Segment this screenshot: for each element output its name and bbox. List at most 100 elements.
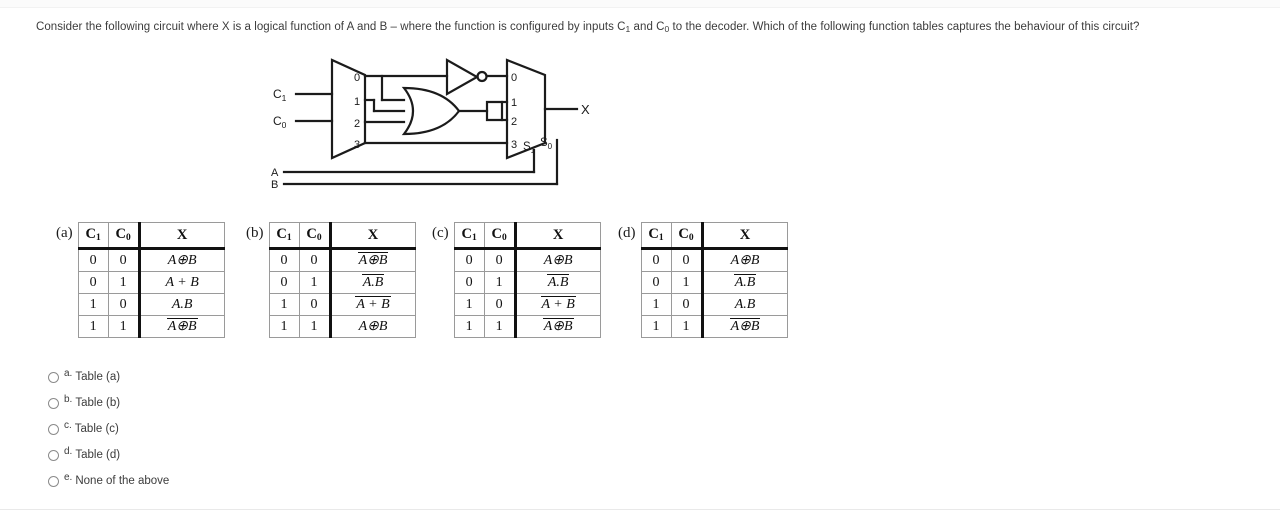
table-label-c: (c) <box>432 225 449 241</box>
table-row: 0 1 A + B <box>77 271 225 294</box>
cell-c1: 1 <box>640 293 672 316</box>
option-label-e[interactable]: None of the above <box>75 475 169 487</box>
cell-x: A⊕B <box>700 315 788 338</box>
table-row: 1 1 A⊕B <box>453 315 601 338</box>
cell-c0: 0 <box>483 248 516 272</box>
mux-in-2: 2 <box>511 116 517 128</box>
question-text-part1: Consider the following circuit where X i… <box>36 21 626 33</box>
cell-x: A.B <box>137 293 225 316</box>
mux-select-s0: S0 <box>540 137 553 151</box>
header-x: X <box>700 222 788 250</box>
cell-c0: 1 <box>107 271 140 294</box>
function-table-a: C1 C0 X 0 0 A⊕B 0 1 A + B 1 0 A.B 1 1 A⊕… <box>77 222 225 338</box>
circuit-label-c1: C1 <box>273 87 287 103</box>
table-group-d: (d) C1 C0 X 0 0 A⊕B 0 1 A.B 1 0 A.B 1 1 … <box>618 222 788 338</box>
cell-c0: 1 <box>107 315 140 338</box>
cell-x: A.B <box>700 293 788 316</box>
table-header-row: C1 C0 X <box>77 222 225 250</box>
option-a[interactable]: a. Table (a) <box>48 364 169 390</box>
cell-x: A⊕B <box>513 248 601 272</box>
table-label-a: (a) <box>56 225 73 241</box>
cell-x: A⊕B <box>513 315 601 338</box>
option-letter-e: e. <box>64 472 73 483</box>
table-label-d: (d) <box>618 225 636 241</box>
table-row: 0 0 A⊕B <box>77 248 225 272</box>
cell-c0: 1 <box>483 271 516 294</box>
table-row: 1 1 A⊕B <box>77 315 225 338</box>
mux-in-0: 0 <box>511 72 517 84</box>
function-table-c: C1 C0 X 0 0 A⊕B 0 1 A.B 1 0 A + B 1 1 A⊕… <box>453 222 601 338</box>
cell-x: A⊕B <box>137 315 225 338</box>
table-row: 1 0 A + B <box>453 293 601 316</box>
question-sub-c0: 0 <box>664 24 670 34</box>
decoder-out-2: 2 <box>354 118 360 130</box>
decoder-out-0: 0 <box>354 72 360 84</box>
question-text-part2: and C <box>630 21 665 33</box>
or-gate-body <box>401 86 461 136</box>
header-c0: C0 <box>483 222 516 250</box>
decoder-out-1: 1 <box>354 96 360 108</box>
table-row: 0 0 A⊕B <box>453 248 601 272</box>
option-label-d[interactable]: Table (d) <box>75 449 120 461</box>
circuit-diagram: C1 C0 A B X 0 1 2 3 0 1 2 3 S1 S0 <box>262 54 602 200</box>
cell-c0: 0 <box>107 293 140 316</box>
header-c1: C1 <box>77 222 109 250</box>
cell-c1: 1 <box>268 315 300 338</box>
cell-x: A.B <box>513 271 601 294</box>
cell-c1: 0 <box>77 271 109 294</box>
cell-c1: 0 <box>640 248 672 272</box>
table-row: 1 0 A + B <box>268 293 416 316</box>
function-table-d: C1 C0 X 0 0 A⊕B 0 1 A.B 1 0 A.B 1 1 A⊕B <box>640 222 788 338</box>
option-d[interactable]: d. Table (d) <box>48 442 169 468</box>
answer-options: a. Table (a) b. Table (b) c. Table (c) d… <box>48 364 169 494</box>
circuit-label-b: B <box>271 179 278 191</box>
circuit-label-x: X <box>581 102 590 117</box>
cell-c0: 1 <box>670 271 703 294</box>
header-c0: C0 <box>670 222 703 250</box>
cell-x: A⊕B <box>700 248 788 272</box>
header-c0: C0 <box>107 222 140 250</box>
question-prompt: Consider the following circuit where X i… <box>36 20 1266 35</box>
option-label-a[interactable]: Table (a) <box>75 371 120 383</box>
option-letter-b: b. <box>64 394 73 405</box>
radio-button-c[interactable] <box>48 423 59 435</box>
header-c1: C1 <box>640 222 672 250</box>
cell-c0: 1 <box>298 315 331 338</box>
option-b[interactable]: b. Table (b) <box>48 390 169 416</box>
option-label-b[interactable]: Table (b) <box>75 397 120 409</box>
table-row: 1 0 A.B <box>640 293 788 316</box>
function-tables: (a) C1 C0 X 0 0 A⊕B 0 1 A + B 1 0 A.B 1 … <box>0 222 1280 352</box>
table-header-row: C1 C0 X <box>453 222 601 250</box>
radio-button-d[interactable] <box>48 449 59 461</box>
table-group-c: (c) C1 C0 X 0 0 A⊕B 0 1 A.B 1 0 A + B 1 … <box>432 222 601 338</box>
cell-c1: 0 <box>640 271 672 294</box>
option-letter-c: c. <box>64 420 72 431</box>
page-bottom-divider <box>0 509 1280 510</box>
table-row: 0 0 A⊕B <box>640 248 788 272</box>
table-label-b: (b) <box>246 225 264 241</box>
cell-c1: 0 <box>453 248 485 272</box>
cell-c0: 0 <box>670 293 703 316</box>
header-x: X <box>137 222 225 250</box>
question-sub-c1: 1 <box>625 24 631 34</box>
table-row: 1 1 A⊕B <box>640 315 788 338</box>
option-e[interactable]: e. None of the above <box>48 468 169 494</box>
option-c[interactable]: c. Table (c) <box>48 416 169 442</box>
header-c0: C0 <box>298 222 331 250</box>
radio-button-e[interactable] <box>48 475 59 487</box>
header-x: X <box>513 222 601 250</box>
table-row: 0 0 A⊕B <box>268 248 416 272</box>
option-label-c[interactable]: Table (c) <box>75 423 119 435</box>
cell-c1: 1 <box>453 293 485 316</box>
radio-button-a[interactable] <box>48 371 59 383</box>
radio-button-b[interactable] <box>48 397 59 409</box>
not-gate-body <box>445 58 480 96</box>
table-row: 0 1 A.B <box>640 271 788 294</box>
mux-select-s1: S1 <box>523 141 536 155</box>
cell-c1: 0 <box>453 271 485 294</box>
mux-input-bracket <box>485 100 504 122</box>
cell-x: A + B <box>513 293 601 316</box>
table-header-row: C1 C0 X <box>640 222 788 250</box>
circuit-label-c0: C0 <box>273 114 287 130</box>
cell-c1: 1 <box>77 293 109 316</box>
